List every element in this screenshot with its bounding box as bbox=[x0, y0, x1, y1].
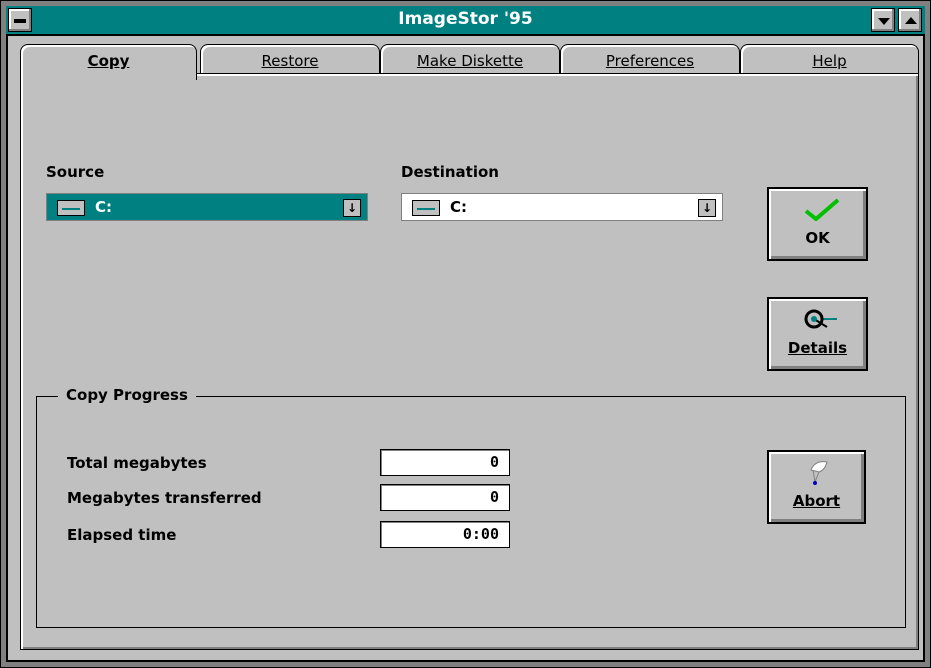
ok-label: OK bbox=[805, 229, 830, 247]
destination-label: Destination bbox=[401, 163, 499, 181]
drive-icon bbox=[57, 200, 85, 216]
elapsed-time-field: 0:00 bbox=[380, 521, 510, 548]
source-value: C: bbox=[95, 198, 113, 216]
maximize-icon bbox=[905, 17, 917, 24]
minimize-icon bbox=[878, 18, 890, 25]
minimize-button[interactable] bbox=[871, 8, 895, 32]
magnifier-icon bbox=[804, 309, 837, 329]
maximize-button[interactable] bbox=[898, 8, 922, 32]
drive-icon bbox=[412, 200, 440, 216]
abort-label: Abort bbox=[769, 492, 864, 510]
total-megabytes-label: Total megabytes bbox=[67, 454, 207, 472]
abort-button[interactable]: Abort bbox=[767, 450, 866, 524]
megabytes-transferred-label: Megabytes transferred bbox=[67, 489, 262, 507]
source-label: Source bbox=[46, 163, 105, 181]
tab-label: Copy bbox=[87, 52, 130, 70]
ok-button[interactable]: OK bbox=[767, 187, 868, 261]
tab-label: Make Diskette bbox=[416, 52, 524, 70]
checkmark-icon bbox=[804, 198, 840, 221]
elapsed-time-label: Elapsed time bbox=[67, 526, 177, 544]
details-text: Details bbox=[787, 339, 848, 357]
chevron-down-icon[interactable]: ↓ bbox=[343, 199, 361, 217]
tab-restore[interactable]: Restore bbox=[200, 44, 380, 74]
chevron-down-icon[interactable]: ↓ bbox=[698, 199, 716, 217]
parachute-icon bbox=[810, 461, 828, 485]
destination-select[interactable]: C: ↓ bbox=[401, 193, 723, 221]
copy-progress-title: Copy Progress bbox=[58, 386, 196, 404]
tab-label: Preferences bbox=[605, 52, 695, 70]
source-select[interactable]: C: ↓ bbox=[46, 193, 368, 221]
tab-label: Restore bbox=[261, 52, 319, 70]
tab-make-diskette[interactable]: Make Diskette bbox=[380, 44, 560, 74]
details-label: Details bbox=[769, 339, 866, 357]
tab-label: Help bbox=[812, 52, 847, 70]
title-bar[interactable]: ImageStor '95 bbox=[6, 6, 925, 36]
details-button[interactable]: Details bbox=[767, 297, 868, 371]
total-megabytes-field: 0 bbox=[380, 449, 510, 476]
tab-join bbox=[23, 73, 194, 79]
megabytes-transferred-field: 0 bbox=[380, 484, 510, 511]
tab-help[interactable]: Help bbox=[740, 44, 919, 74]
window-title: ImageStor '95 bbox=[398, 9, 533, 29]
destination-value: C: bbox=[450, 198, 468, 216]
tab-preferences[interactable]: Preferences bbox=[560, 44, 740, 74]
abort-text: Abort bbox=[792, 492, 841, 510]
